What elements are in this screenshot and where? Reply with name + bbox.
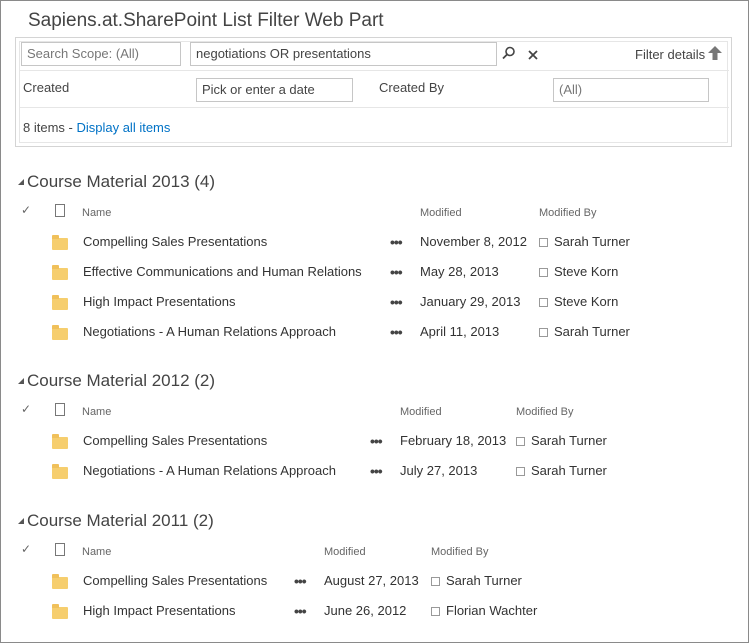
presence-icon xyxy=(539,328,548,337)
ellipsis-icon[interactable]: ••• xyxy=(370,464,383,478)
modified-date: June 26, 2012 xyxy=(324,603,407,618)
modified-by-user[interactable]: Sarah Turner xyxy=(554,234,630,249)
ellipsis-icon[interactable]: ••• xyxy=(390,295,403,309)
search-icon[interactable] xyxy=(502,46,516,65)
close-icon[interactable] xyxy=(528,47,538,65)
filter-panel: Search Scope: (All) negotiations OR pres… xyxy=(15,37,732,147)
ellipsis-icon[interactable]: ••• xyxy=(390,325,403,339)
filter-divider xyxy=(20,70,729,71)
search-input[interactable]: negotiations OR presentations xyxy=(190,42,497,66)
arrow-up-icon[interactable] xyxy=(707,45,723,66)
folder-icon xyxy=(52,295,68,310)
modified-by-user[interactable]: Sarah Turner xyxy=(531,463,607,478)
modified-by-user[interactable]: Steve Korn xyxy=(554,264,618,279)
presence-icon xyxy=(539,298,548,307)
modified-by-user[interactable]: Florian Wachter xyxy=(446,603,537,618)
folder-icon xyxy=(52,325,68,340)
presence-icon xyxy=(431,577,440,586)
collapse-triangle-icon[interactable] xyxy=(18,179,24,185)
group-header[interactable]: Course Material 2011 (2) xyxy=(18,511,214,531)
modified-date: January 29, 2013 xyxy=(420,294,521,309)
item-name-link[interactable]: Compelling Sales Presentations xyxy=(83,433,267,448)
group-header[interactable]: Course Material 2012 (2) xyxy=(18,371,215,391)
item-name-link[interactable]: Negotiations - A Human Relations Approac… xyxy=(83,463,336,478)
modified-by-user[interactable]: Steve Korn xyxy=(554,294,618,309)
modified-date: April 11, 2013 xyxy=(420,324,500,339)
item-name-link[interactable]: Negotiations - A Human Relations Approac… xyxy=(83,324,336,339)
column-header-modified[interactable]: Modified xyxy=(400,406,442,418)
column-header-name[interactable]: Name xyxy=(82,406,111,418)
modified-date: May 28, 2013 xyxy=(420,264,499,279)
item-count: 8 items xyxy=(23,120,65,135)
item-name-link[interactable]: High Impact Presentations xyxy=(83,603,235,618)
checkmark-icon[interactable]: ✓ xyxy=(21,542,31,556)
column-header-modified[interactable]: Modified xyxy=(420,207,462,219)
created-date-input[interactable]: Pick or enter a date xyxy=(196,78,353,102)
column-header-name[interactable]: Name xyxy=(82,546,111,558)
folder-icon xyxy=(52,235,68,250)
created-by-label: Created By xyxy=(379,80,445,95)
search-scope-select[interactable]: Search Scope: (All) xyxy=(21,42,181,66)
document-icon xyxy=(55,204,65,217)
checkmark-icon[interactable]: ✓ xyxy=(21,203,31,217)
display-all-link[interactable]: Display all items xyxy=(76,120,170,135)
filter-divider-2 xyxy=(20,107,729,108)
presence-icon xyxy=(539,268,548,277)
created-label: Created xyxy=(23,80,70,95)
document-icon xyxy=(55,403,65,416)
count-separator: - xyxy=(64,120,77,135)
folder-icon xyxy=(52,434,68,449)
presence-icon xyxy=(516,437,525,446)
webpart-title: Sapiens.at.SharePoint List Filter Web Pa… xyxy=(28,10,384,31)
modified-date: July 27, 2013 xyxy=(400,463,478,478)
ellipsis-icon[interactable]: ••• xyxy=(390,235,403,249)
collapse-triangle-icon[interactable] xyxy=(18,378,24,384)
ellipsis-icon[interactable]: ••• xyxy=(370,434,383,448)
ellipsis-icon[interactable]: ••• xyxy=(390,265,403,279)
column-header-modified-by[interactable]: Modified By xyxy=(431,546,488,558)
presence-icon xyxy=(431,607,440,616)
collapse-triangle-icon[interactable] xyxy=(18,518,24,524)
folder-icon xyxy=(52,265,68,280)
document-icon xyxy=(55,543,65,556)
modified-date: November 8, 2012 xyxy=(420,234,527,249)
modified-date: August 27, 2013 xyxy=(324,573,419,588)
modified-by-user[interactable]: Sarah Turner xyxy=(554,324,630,339)
folder-icon xyxy=(52,604,68,619)
filter-details-link[interactable]: Filter details xyxy=(635,47,705,62)
group-title: Course Material 2011 (2) xyxy=(27,511,214,530)
checkmark-icon[interactable]: ✓ xyxy=(21,402,31,416)
result-summary: 8 items - Display all items xyxy=(23,120,170,135)
group-title: Course Material 2012 (2) xyxy=(27,371,216,390)
column-header-modified-by[interactable]: Modified By xyxy=(516,406,573,418)
modified-by-user[interactable]: Sarah Turner xyxy=(446,573,522,588)
ellipsis-icon[interactable]: ••• xyxy=(294,574,307,588)
folder-icon xyxy=(52,574,68,589)
modified-date: February 18, 2013 xyxy=(400,433,507,448)
folder-icon xyxy=(52,464,68,479)
ellipsis-icon[interactable]: ••• xyxy=(294,604,307,618)
item-name-link[interactable]: High Impact Presentations xyxy=(83,294,235,309)
item-name-link[interactable]: Compelling Sales Presentations xyxy=(83,573,267,588)
column-header-name[interactable]: Name xyxy=(82,207,111,219)
presence-icon xyxy=(539,238,548,247)
presence-icon xyxy=(516,467,525,476)
created-by-input[interactable]: (All) xyxy=(553,78,709,102)
item-name-link[interactable]: Effective Communications and Human Relat… xyxy=(83,264,362,279)
group-title: Course Material 2013 (4) xyxy=(27,172,216,191)
column-header-modified-by[interactable]: Modified By xyxy=(539,207,596,219)
group-header[interactable]: Course Material 2013 (4) xyxy=(18,172,215,192)
column-header-modified[interactable]: Modified xyxy=(324,546,366,558)
modified-by-user[interactable]: Sarah Turner xyxy=(531,433,607,448)
item-name-link[interactable]: Compelling Sales Presentations xyxy=(83,234,267,249)
